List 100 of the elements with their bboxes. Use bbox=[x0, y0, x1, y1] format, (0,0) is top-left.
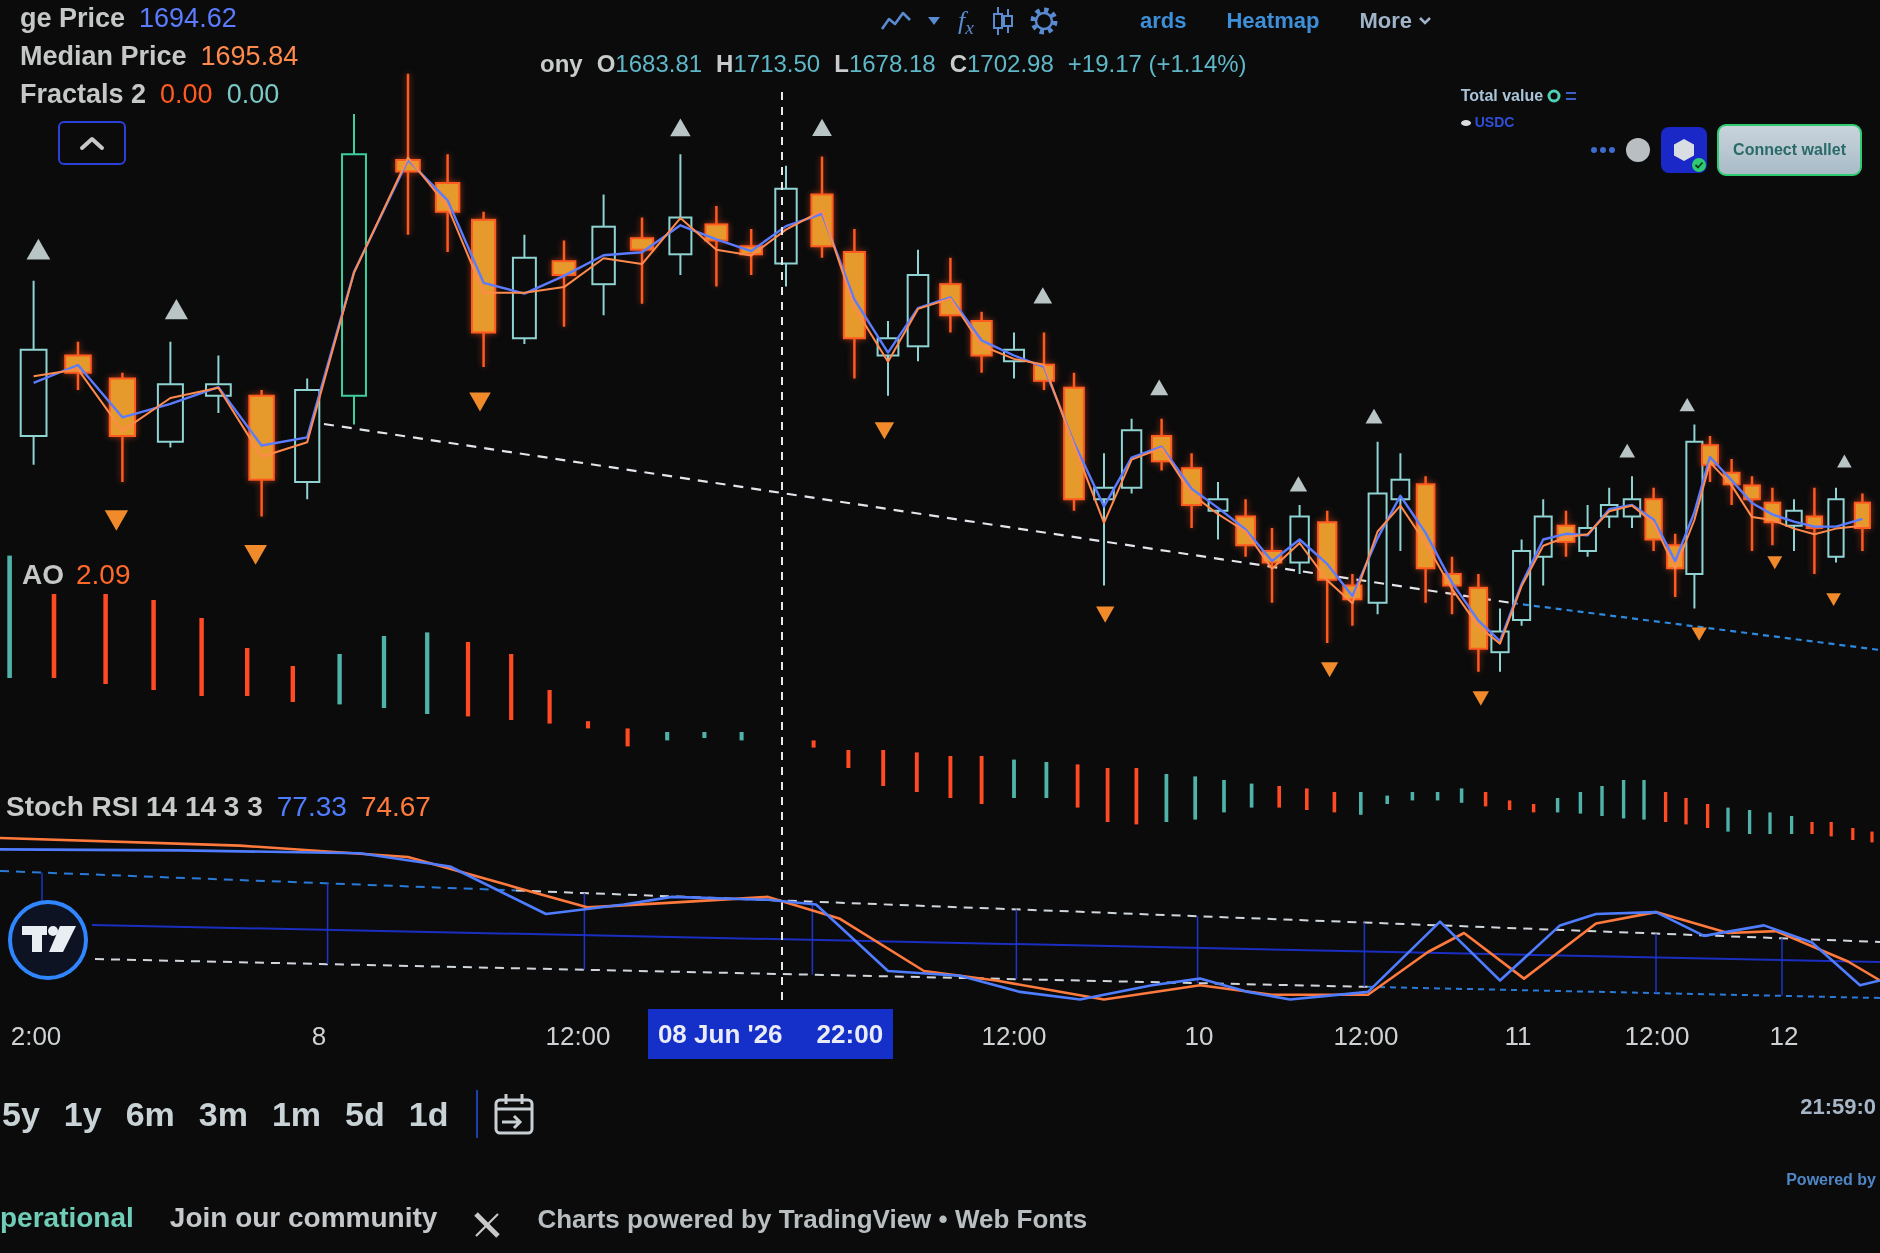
more-icon[interactable] bbox=[1591, 147, 1616, 153]
histogram-bar bbox=[1870, 831, 1874, 843]
price-change: +19.17 (+1.14%) bbox=[1067, 49, 1247, 79]
fractal-down-marker bbox=[104, 510, 129, 531]
histogram-bar bbox=[1410, 792, 1415, 801]
histogram-bar bbox=[811, 740, 816, 748]
collapse-button[interactable] bbox=[58, 121, 126, 166]
candlestick bbox=[1151, 418, 1173, 471]
range-button[interactable]: 1m bbox=[259, 1093, 334, 1135]
lines-icon[interactable] bbox=[1565, 91, 1578, 101]
candlestick bbox=[739, 229, 763, 275]
candlestick bbox=[1599, 486, 1619, 529]
histogram-bar bbox=[1332, 792, 1337, 813]
histogram-bar bbox=[1789, 816, 1794, 834]
logo-icon bbox=[8, 900, 88, 980]
candlestick bbox=[1235, 499, 1256, 557]
connect-wallet-button[interactable]: Connect wallet bbox=[1717, 124, 1862, 176]
indicator-value: 77.33 bbox=[276, 790, 347, 824]
fractal-up-marker bbox=[1033, 287, 1053, 304]
fractal-down-marker bbox=[1096, 606, 1115, 623]
range-button[interactable]: 1y bbox=[51, 1093, 114, 1135]
range-button[interactable]: 5y bbox=[0, 1093, 52, 1135]
formula-button[interactable]: f$_{x}$ bbox=[956, 8, 976, 34]
candlestick bbox=[1722, 459, 1741, 505]
caret-down-icon[interactable] bbox=[928, 17, 940, 25]
fractal-up-marker bbox=[1150, 379, 1169, 396]
histogram-bar bbox=[290, 666, 295, 702]
fractal-up-marker bbox=[812, 118, 832, 137]
histogram-bar bbox=[1193, 776, 1198, 820]
histogram-bar bbox=[1642, 780, 1646, 820]
histogram-bar bbox=[1105, 768, 1110, 822]
histogram-bar bbox=[1507, 800, 1512, 810]
indicator-value: 74.67 bbox=[360, 790, 431, 824]
histogram-bar bbox=[625, 728, 630, 747]
histogram-bar bbox=[846, 750, 851, 768]
calendar-icon[interactable] bbox=[494, 1093, 535, 1135]
histogram-bar bbox=[1578, 792, 1583, 814]
fractal-down-marker bbox=[874, 422, 895, 440]
histogram-bar bbox=[665, 732, 670, 741]
histogram-bar bbox=[1531, 804, 1536, 813]
line-chart-icon[interactable] bbox=[880, 10, 912, 32]
ohlc-value: 1683.81 bbox=[615, 49, 703, 79]
community-link[interactable]: Join our community bbox=[169, 1197, 438, 1239]
candlestick bbox=[1763, 487, 1782, 546]
nav-link[interactable]: Heatmap bbox=[1226, 4, 1320, 37]
histogram-bar bbox=[979, 756, 984, 804]
indicator-value: 0.00 bbox=[160, 77, 213, 111]
nav-link[interactable]: ards bbox=[1140, 4, 1187, 37]
histogram-bar bbox=[1249, 783, 1254, 808]
histogram-bar bbox=[1483, 792, 1488, 807]
histogram-bar bbox=[1459, 788, 1464, 803]
histogram-bar bbox=[1305, 788, 1309, 810]
histogram-bar bbox=[739, 732, 744, 741]
histogram-bar bbox=[1663, 792, 1668, 822]
time-label: 12 bbox=[1769, 1020, 1799, 1053]
histogram-bar bbox=[1012, 759, 1016, 798]
settings-icon[interactable] bbox=[1029, 7, 1058, 35]
histogram-bar bbox=[337, 654, 342, 705]
ohlc-value: 1713.50 bbox=[733, 49, 821, 79]
clock-time: 21:59:0 bbox=[1800, 1093, 1877, 1121]
histogram-bar bbox=[702, 732, 707, 738]
histogram-bar bbox=[1435, 792, 1440, 801]
candlestick bbox=[1622, 475, 1642, 529]
histogram-bar bbox=[381, 636, 387, 708]
range-button[interactable]: 1d bbox=[396, 1093, 461, 1135]
fractal-up-marker bbox=[670, 118, 691, 137]
histogram-bar bbox=[1726, 807, 1730, 832]
fractal-down-marker bbox=[1826, 593, 1841, 606]
powered-by-text: Powered by bbox=[1786, 1170, 1877, 1190]
status-text: perational bbox=[0, 1201, 134, 1235]
candlestick bbox=[1442, 556, 1462, 615]
range-button[interactable]: 5d bbox=[333, 1093, 397, 1135]
hexagon-button[interactable] bbox=[1661, 127, 1708, 173]
ring-icon[interactable] bbox=[1547, 89, 1562, 103]
symbol-name: ony bbox=[540, 49, 583, 79]
time-label: 12:00 bbox=[1624, 1020, 1690, 1053]
time-label: 12:00 bbox=[981, 1020, 1047, 1053]
indicator-value: 2.09 bbox=[76, 558, 131, 592]
x-icon[interactable] bbox=[473, 1211, 502, 1239]
time-label: 12:00 bbox=[1333, 1020, 1399, 1053]
candlestick bbox=[970, 311, 993, 373]
candlestick bbox=[64, 341, 92, 390]
time-label: 12:00 bbox=[545, 1020, 611, 1053]
ohlc-value: 1678.18 bbox=[848, 49, 936, 79]
fractal-up-marker bbox=[1679, 397, 1695, 412]
candles-icon[interactable] bbox=[991, 6, 1014, 36]
fractal-down-marker bbox=[469, 392, 491, 412]
histogram-bar bbox=[1385, 795, 1389, 804]
time-label: 10 bbox=[1184, 1020, 1214, 1053]
histogram-bar bbox=[585, 721, 591, 729]
avatar-icon[interactable] bbox=[1625, 137, 1652, 163]
range-button[interactable]: 3m bbox=[186, 1093, 260, 1135]
range-button[interactable]: 6m bbox=[113, 1093, 187, 1135]
candlestick bbox=[1644, 487, 1663, 551]
more-menu[interactable]: More bbox=[1359, 4, 1432, 37]
chevron-up-icon bbox=[79, 135, 105, 151]
check-badge-icon bbox=[1692, 158, 1707, 172]
dot-icon bbox=[1460, 119, 1471, 126]
histogram-bar bbox=[509, 654, 514, 720]
chevron-down-icon bbox=[1417, 16, 1432, 25]
